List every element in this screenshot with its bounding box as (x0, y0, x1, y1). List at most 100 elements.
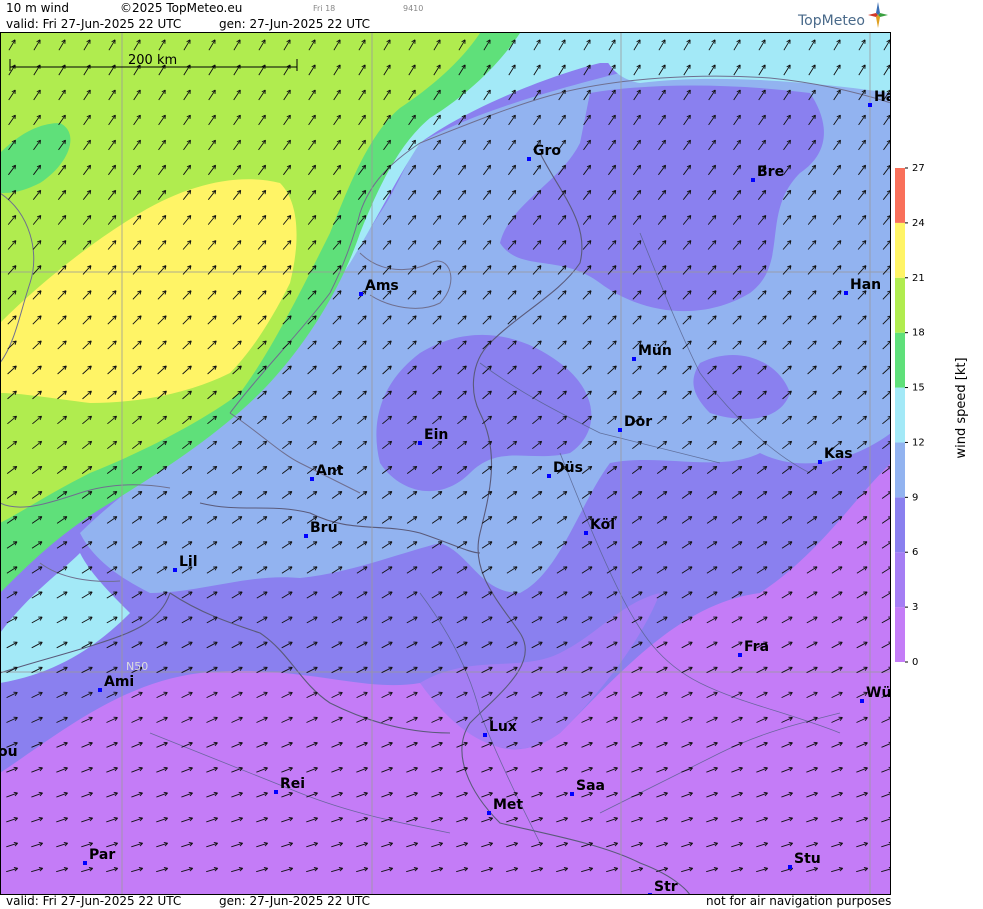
legend-tick-label: 12 (912, 437, 925, 448)
city-label: Ams (365, 278, 399, 294)
city-marker (788, 865, 792, 869)
legend-tick-label: 15 (912, 383, 925, 394)
logo-text: TopMeteo (798, 13, 865, 29)
scale-bar-label: 200 km (128, 53, 177, 68)
city-dor[interactable]: Dor (618, 414, 652, 432)
small-code-text: 9410 (403, 4, 424, 13)
latitude-label: N50 (126, 660, 148, 673)
city-label: Ein (424, 427, 448, 443)
city-met[interactable]: Met (487, 797, 523, 815)
city-marker (818, 460, 822, 464)
city-marker (527, 157, 531, 161)
city-label: Ami (104, 674, 134, 690)
city-ou[interactable]: ou (0, 744, 18, 762)
city-label: Wü (866, 685, 891, 701)
footer-gen-time: gen: 27-Jun-2025 22 UTC (219, 894, 371, 908)
city-label: Han (850, 277, 881, 293)
city-label: Köl (590, 517, 615, 533)
wind-map[interactable]: 200 km N50 Ha Gro Bre Ams Han Mün Dor Ein Kas Ant… (0, 33, 891, 895)
city-marker (310, 477, 314, 481)
city-marker (860, 699, 864, 703)
city-düs[interactable]: Düs (547, 460, 583, 478)
city-label: Mün (638, 343, 672, 359)
legend-color-segment (895, 442, 905, 498)
legend-color-segment (895, 607, 905, 662)
city-mün[interactable]: Mün (632, 343, 672, 361)
city-han[interactable]: Han (844, 277, 881, 295)
legend-color-segment (895, 497, 905, 553)
product-title: 10 m wind (6, 1, 69, 15)
topmeteo-logo[interactable]: TopMeteo (796, 0, 891, 32)
city-ant[interactable]: Ant (310, 463, 344, 481)
city-label: Stu (794, 851, 821, 867)
city-marker (570, 792, 574, 796)
city-label: Fra (744, 639, 769, 655)
city-label: Bre (757, 164, 784, 180)
legend-color-segment (895, 387, 905, 443)
city-marker (844, 291, 848, 295)
city-marker (738, 653, 742, 657)
city-marker (547, 474, 551, 478)
city-marker (632, 357, 636, 361)
city-marker (304, 534, 308, 538)
city-label: Ha (874, 89, 891, 105)
legend-tick-label: 9 (912, 492, 918, 503)
city-label: Gro (533, 143, 561, 159)
city-label: Dor (624, 414, 652, 430)
city-marker (83, 861, 87, 865)
city-ams[interactable]: Ams (359, 278, 399, 296)
legend-tick-labels: 0 3 6 9 12 15 18 21 24 27 (905, 163, 925, 668)
valid-time: valid: Fri 27-Jun-2025 22 UTC (6, 17, 182, 31)
gen-time: gen: 27-Jun-2025 22 UTC (219, 17, 371, 31)
legend-title: wind speed [kt] (954, 357, 969, 458)
city-label: Saa (576, 778, 605, 794)
wind-map-canvas: 200 km N50 Ha Gro Bre Ams Han Mün Dor Ein Kas Ant… (0, 33, 891, 895)
small-day-text: Fri 18 (313, 4, 336, 13)
city-label: Kas (824, 446, 853, 462)
city-ami[interactable]: Ami (98, 674, 134, 692)
city-marker (487, 811, 491, 815)
city-label: Düs (553, 460, 583, 476)
city-marker (751, 178, 755, 182)
city-label: Bru (310, 520, 338, 536)
city-label: Ant (316, 463, 344, 479)
city-gro[interactable]: Gro (527, 143, 561, 161)
city-bru[interactable]: Bru (304, 520, 338, 538)
legend-color-bars (895, 168, 905, 662)
copyright-text: ©2025 TopMeteo.eu (120, 1, 243, 15)
legend-color-segment (895, 277, 905, 333)
legend-color-segment (895, 552, 905, 608)
city-label: Rei (280, 776, 305, 792)
city-saa[interactable]: Saa (570, 778, 605, 796)
city-label: ou (0, 744, 18, 760)
disclaimer-text: not for air navigation purposes (706, 894, 892, 908)
legend-color-segment (895, 168, 905, 223)
city-marker (173, 568, 177, 572)
city-marker (584, 531, 588, 535)
city-kas[interactable]: Kas (818, 446, 853, 464)
legend-tick-label: 27 (912, 163, 925, 174)
legend-tick-label: 0 (912, 657, 918, 668)
city-label: Par (89, 847, 115, 863)
city-marker (868, 103, 872, 107)
footer-valid-time: valid: Fri 27-Jun-2025 22 UTC (6, 894, 182, 908)
city-marker (618, 428, 622, 432)
city-label: Lil (179, 554, 198, 570)
legend-tick-label: 6 (912, 547, 918, 558)
city-label: Lux (489, 719, 517, 735)
city-marker (98, 688, 102, 692)
compass-star-icon (868, 2, 888, 28)
legend-tick-label: 18 (912, 328, 925, 339)
city-marker (418, 441, 422, 445)
city-marker (274, 790, 278, 794)
legend-tick-label: 24 (912, 218, 925, 229)
city-marker (359, 292, 363, 296)
city-marker (648, 893, 652, 895)
legend-scale: 0 3 6 9 12 15 18 21 24 27 wind speed [kt] (895, 163, 969, 668)
legend-color-segment (895, 222, 905, 278)
city-label: Met (493, 797, 523, 813)
city-marker (483, 733, 487, 737)
city-label: Str (654, 879, 678, 895)
city-lux[interactable]: Lux (483, 719, 517, 737)
legend-tick-label: 3 (912, 602, 918, 613)
